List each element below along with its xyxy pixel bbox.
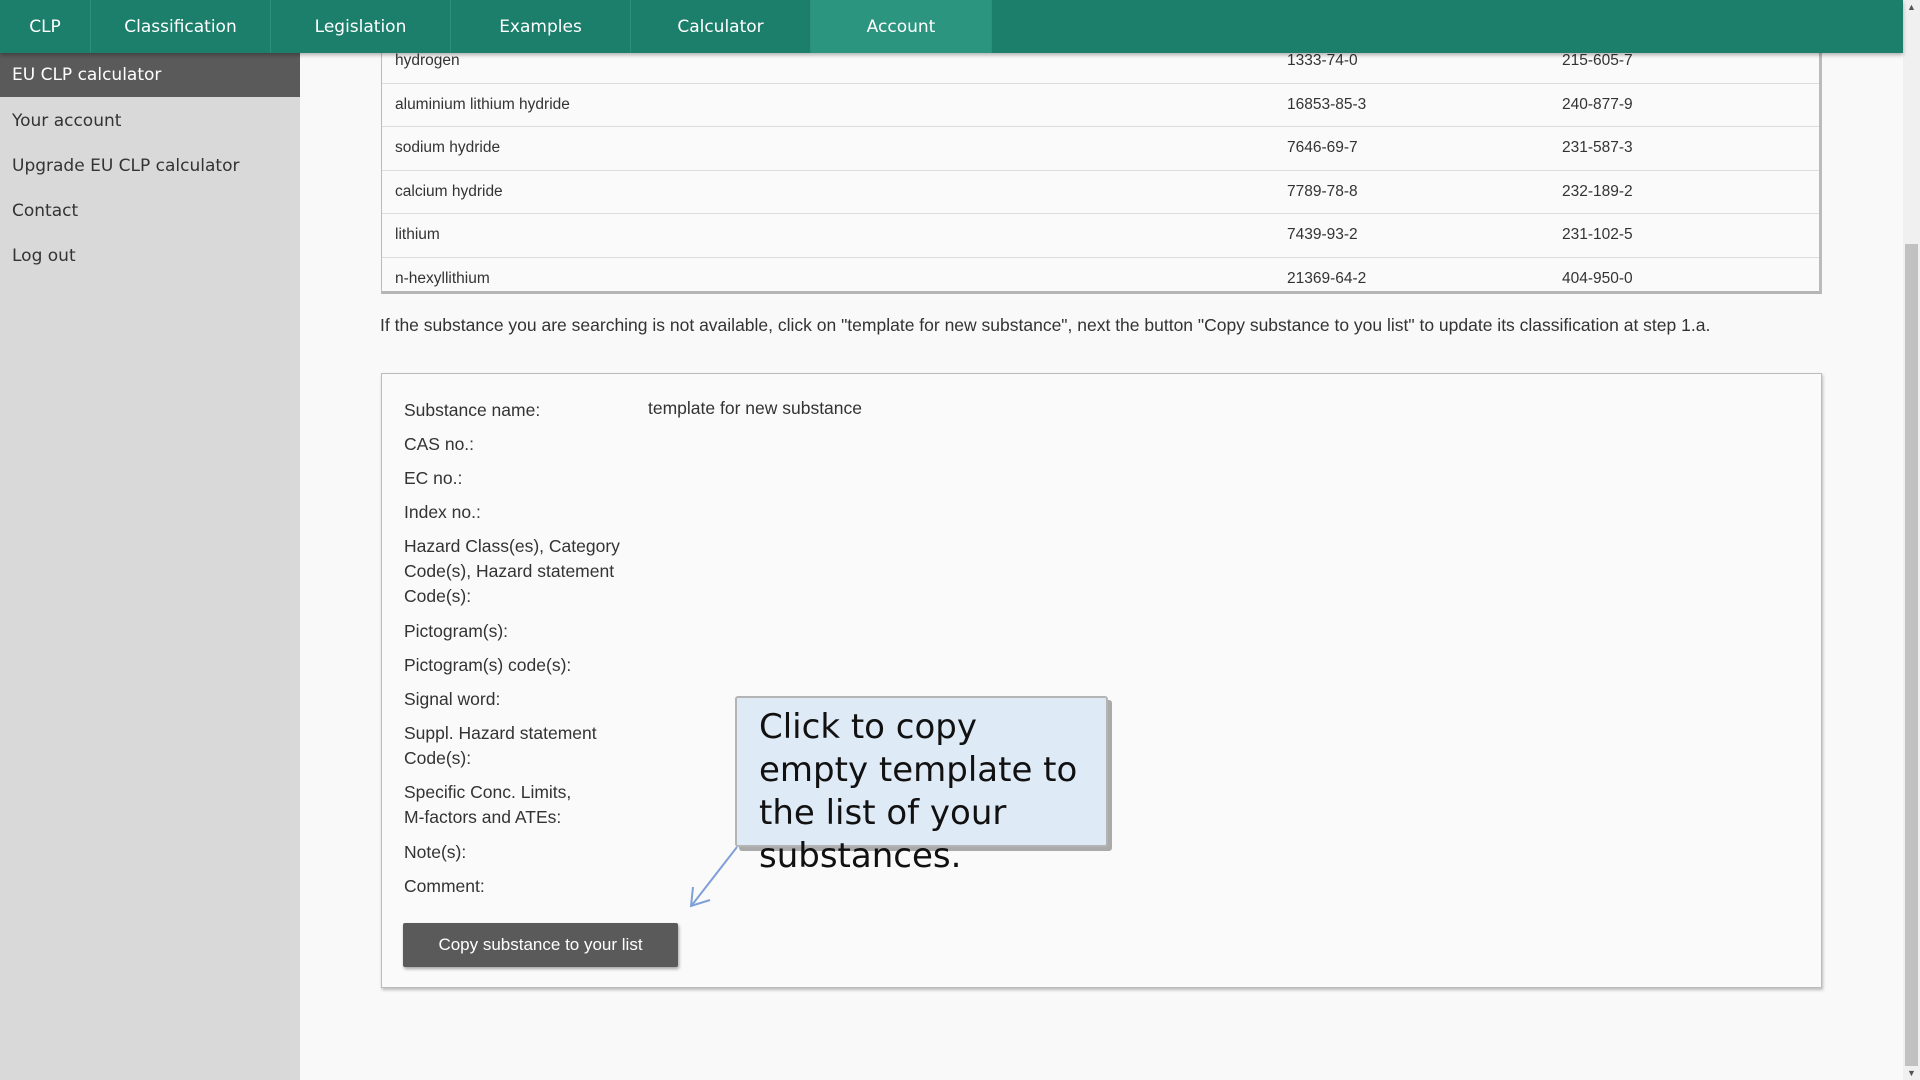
tab-classification[interactable]: Classification (91, 0, 271, 53)
cell-name: n-hexyllithium (395, 269, 490, 287)
tab-legislation[interactable]: Legislation (271, 0, 451, 53)
scrollbar-thumb[interactable] (1905, 244, 1918, 1066)
cell-name: aluminium lithium hydride (395, 95, 570, 113)
field-label: Substance name: (404, 400, 541, 420)
tab-clp[interactable]: CLP (0, 0, 91, 53)
cell-cas: 7646-69-7 (1287, 139, 1358, 156)
scroll-down-icon[interactable]: ▼ (1907, 1068, 1916, 1078)
top-nav: CLP Classification Legislation Examples Calc… (0, 0, 1903, 53)
field-label: Hazard Class(es), Category Code(s), Haza… (404, 536, 620, 606)
cell-ec: 232-189-2 (1562, 182, 1633, 200)
tab-examples[interactable]: Examples (451, 0, 631, 53)
table-row[interactable]: n-hexyllithium 21369-64-2 404-950-0 (382, 258, 1819, 302)
field-label: Pictogram(s): (404, 621, 509, 641)
tab-account[interactable]: Account (811, 0, 992, 53)
field-label: Index no.: (404, 502, 481, 522)
substance-table: hydrogen 1333-74-0 215-605-7 aluminium lith… (381, 40, 1822, 294)
copy-substance-button[interactable]: Copy substance to your list (403, 923, 678, 967)
cell-ec: 231-587-3 (1562, 139, 1633, 156)
cell-cas: 1333-74-0 (1287, 52, 1358, 69)
sidebar-item-your-account[interactable]: Your account (0, 98, 300, 143)
field-label: Suppl. Hazard statement Code(s): (404, 723, 597, 768)
cell-ec: 215-605-7 (1562, 52, 1633, 69)
cell-ec: 404-950-0 (1562, 269, 1633, 287)
tab-calculator[interactable]: Calculator (631, 0, 811, 53)
field-label: Specific Conc. Limits, M-factors and ATE… (404, 782, 572, 827)
table-row[interactable]: calcium hydride 7789-78-8 232-189-2 (382, 171, 1819, 214)
cell-name: hydrogen (395, 52, 460, 69)
table-row[interactable]: lithium 7439-93-2 231-102-5 (382, 214, 1819, 258)
cell-name: calcium hydride (395, 182, 503, 200)
field-label: Pictogram(s) code(s): (404, 655, 572, 675)
info-text: If the substance you are searching is no… (380, 315, 1711, 335)
field-label: CAS no.: (404, 434, 475, 454)
table-row[interactable]: aluminium lithium hydride 16853-85-3 240-8… (382, 84, 1819, 127)
sidebar-item-eu-clp-calculator[interactable]: EU CLP calculator (0, 53, 300, 97)
cell-ec: 240-877-9 (1562, 95, 1633, 113)
cell-name: sodium hydride (395, 139, 501, 156)
cell-ec: 231-102-5 (1562, 226, 1633, 243)
sidebar-item-upgrade-eu-clp-calculator[interactable]: Upgrade EU CLP calculator (0, 143, 300, 188)
cell-cas: 21369-64-2 (1287, 269, 1367, 287)
sidebar: EU CLP calculator Your account Upgrade EU … (0, 53, 300, 1080)
sidebar-item-contact[interactable]: Contact (0, 188, 300, 233)
cell-name: lithium (395, 226, 440, 243)
field-label: EC no.: (404, 468, 463, 488)
cell-cas: 7439-93-2 (1287, 226, 1358, 243)
tooltip-callout: Click to copy empty template to the list… (735, 696, 1108, 876)
field-label: Comment: (404, 876, 485, 896)
cell-cas: 16853-85-3 (1287, 95, 1367, 113)
substance-name-value: template for new substance (648, 398, 863, 418)
scrollbar[interactable]: ▲ ▼ (1903, 0, 1920, 1080)
scroll-up-icon[interactable]: ▲ (1907, 2, 1916, 12)
sidebar-item-log-out[interactable]: Log out (0, 233, 300, 278)
table-row[interactable]: sodium hydride 7646-69-7 231-587-3 (382, 127, 1819, 171)
field-label: Note(s): (404, 842, 467, 862)
field-label: Signal word: (404, 689, 501, 709)
callout-arrow-icon (689, 846, 738, 908)
cell-cas: 7789-78-8 (1287, 182, 1358, 200)
substance-detail-panel: template for new substance Copy substanc… (381, 373, 1822, 988)
